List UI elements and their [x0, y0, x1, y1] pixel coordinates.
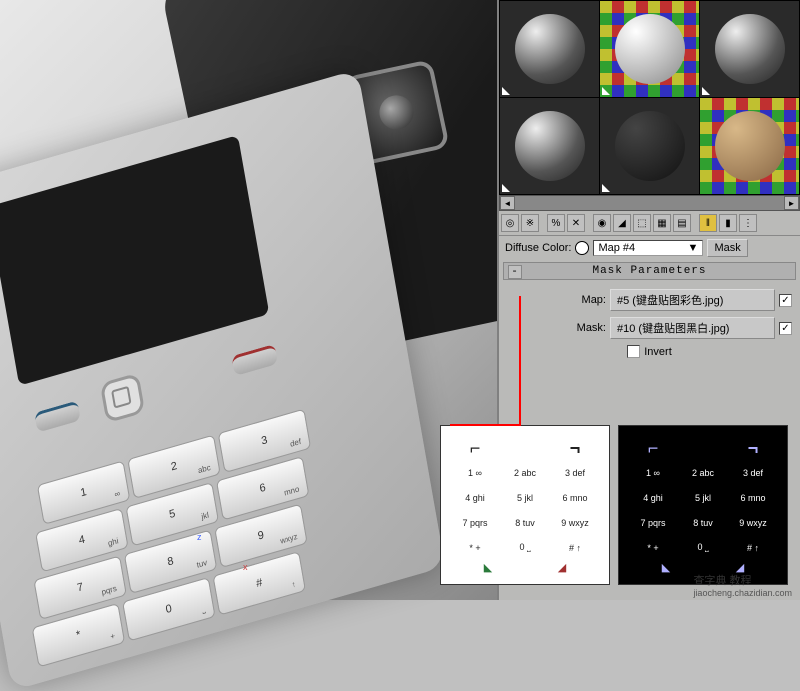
bracket-tl-mask: ⌐ [629, 438, 677, 459]
wing-icons: ◣◢ [451, 561, 599, 574]
watermark: 查字典 教程 jiaocheng.chazidian.com [693, 572, 792, 598]
material-slot-4[interactable] [500, 98, 599, 194]
tool-show-end[interactable]: ◢ [613, 214, 631, 232]
texture-preview-mask: ⌐¬ 1 ∞2 abc3 def 4 ghi5 jkl6 mno 7 pqrs8… [618, 425, 788, 585]
tool-show-map[interactable]: ◉ [593, 214, 611, 232]
bracket-tl: ⌐ [451, 438, 499, 459]
material-slot-1[interactable] [500, 1, 599, 97]
scroll-right-button[interactable]: ► [784, 196, 799, 210]
material-toolbar: ◎ ※ % ✕ ◉ ◢ ⬚ ▦ ▤ ‖ ▮ ⋮ [499, 211, 800, 236]
tool-put-library[interactable]: ▤ [673, 214, 691, 232]
mask-parameters-rollout[interactable]: Mask Parameters [503, 262, 796, 280]
mask-parameters-body: Map: #5 (键盘贴图彩色.jpg) Mask: #10 (键盘贴图黑白.j… [499, 282, 800, 365]
tool-make-unique[interactable]: ▦ [653, 214, 671, 232]
material-slot-5[interactable] [600, 98, 699, 194]
3d-viewport[interactable]: 1∞ 2abc 3def 4ghi 5jkl 6mno 7pqrs 8tuv 9… [0, 0, 497, 600]
map-slot-button[interactable]: #5 (键盘贴图彩色.jpg) [610, 289, 775, 311]
map-label: Map: [566, 294, 606, 306]
softkey-left [34, 400, 81, 432]
tool-put-material[interactable]: ※ [521, 214, 539, 232]
diffuse-label: Diffuse Color: [505, 242, 571, 254]
material-scrollbar[interactable]: ◄ ► [499, 195, 800, 211]
pick-icon[interactable] [575, 241, 589, 255]
bracket-tr-mask: ¬ [729, 438, 777, 459]
tool-options[interactable]: ⬚ [633, 214, 651, 232]
invert-label: Invert [644, 346, 672, 358]
annotation-line-horizontal [450, 424, 521, 426]
nav-center-key [100, 373, 145, 424]
mask-type-button[interactable]: Mask [707, 239, 747, 257]
diffuse-color-row: Diffuse Color: Map #4▼ Mask [499, 236, 800, 260]
phone-keypad: 1∞ 2abc 3def 4ghi 5jkl 6mno 7pqrs 8tuv 9… [5, 330, 361, 640]
material-slot-3[interactable] [700, 1, 799, 97]
mask-label: Mask: [566, 322, 606, 334]
tool-assign[interactable]: % [547, 214, 565, 232]
texture-preview-color: ⌐¬ 1 ∞2 abc3 def 4 ghi5 jkl6 mno 7 pqrs8… [440, 425, 610, 585]
bracket-tr: ¬ [551, 438, 599, 459]
annotation-line-vertical [519, 296, 521, 426]
tool-get-material[interactable]: ◎ [501, 214, 519, 232]
tool-go-parent[interactable]: ‖ [699, 214, 717, 232]
scroll-left-button[interactable]: ◄ [500, 196, 515, 210]
chevron-down-icon: ▼ [688, 242, 699, 254]
tool-go-forward[interactable]: ▮ [719, 214, 737, 232]
map-name-dropdown[interactable]: Map #4▼ [593, 240, 703, 256]
material-sample-grid [499, 0, 800, 195]
map-enable-checkbox[interactable] [779, 294, 792, 307]
mask-slot-button[interactable]: #10 (键盘贴图黑白.jpg) [610, 317, 775, 339]
tool-sibling[interactable]: ⋮ [739, 214, 757, 232]
material-slot-2[interactable] [600, 1, 699, 97]
material-slot-6[interactable] [700, 98, 799, 194]
tool-delete[interactable]: ✕ [567, 214, 585, 232]
mask-enable-checkbox[interactable] [779, 322, 792, 335]
invert-checkbox[interactable] [627, 345, 640, 358]
